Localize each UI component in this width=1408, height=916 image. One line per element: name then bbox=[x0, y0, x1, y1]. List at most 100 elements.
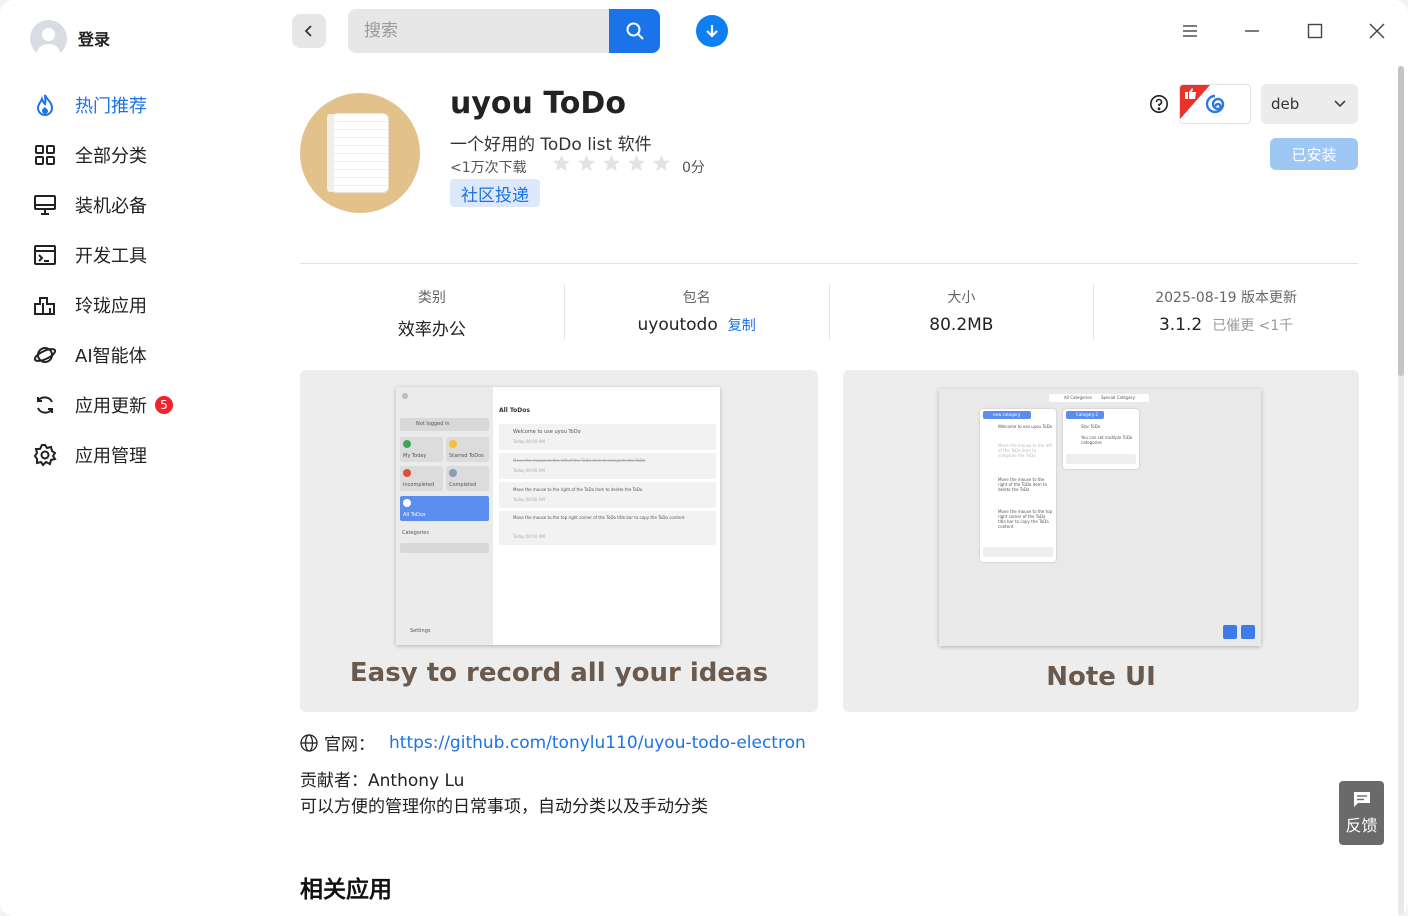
sidebar-item-label: 开发工具 bbox=[75, 246, 147, 267]
mock-text: Today 00:00 AM bbox=[513, 468, 545, 473]
mock-text: Move the mouse to the top right corner o… bbox=[998, 509, 1053, 529]
mock-text: Today 00:00 AM bbox=[513, 497, 545, 502]
info-label: 大小 bbox=[947, 290, 976, 306]
back-button[interactable] bbox=[292, 14, 326, 48]
mock-todo: Move the mouse to the top right corner o… bbox=[499, 511, 716, 545]
mock-text: Incompleted bbox=[403, 482, 435, 488]
info-value: uyoutodo 复制 bbox=[637, 315, 755, 335]
mock-text: All ToDos bbox=[403, 512, 426, 518]
mock-text: All Categories bbox=[1064, 395, 1092, 400]
refresh-icon bbox=[33, 393, 57, 417]
mock-category-card: new category Welcome to use uyou ToDo Mo… bbox=[980, 409, 1056, 562]
sidebar-item-linglong[interactable]: 玲珑应用 bbox=[0, 280, 250, 330]
building-icon bbox=[33, 293, 57, 317]
installed-button[interactable]: 已安装 bbox=[1270, 138, 1358, 170]
sidebar-item-label: 应用管理 bbox=[75, 446, 147, 467]
mock-dot bbox=[449, 469, 457, 477]
mock-text: Star ToDo bbox=[1081, 424, 1101, 429]
sidebar-item-categories[interactable]: 全部分类 bbox=[0, 130, 250, 180]
info-label: 类别 bbox=[417, 290, 446, 306]
scrollbar[interactable] bbox=[1398, 66, 1404, 916]
mock-dot bbox=[402, 393, 408, 399]
search-icon bbox=[626, 22, 644, 40]
version-value: 3.1.2 bbox=[1158, 315, 1203, 335]
download-manager-button[interactable] bbox=[696, 15, 728, 47]
mock-text: Move the mouse to the left of the ToDo i… bbox=[513, 458, 646, 463]
screenshot-mock-window: Not logged in My Today Starred ToDos Inc… bbox=[396, 387, 720, 645]
sidebar-item-label: AI智能体 bbox=[75, 346, 147, 367]
feedback-button[interactable]: 反馈 bbox=[1339, 781, 1384, 845]
sidebar-item-updates[interactable]: 应用更新 5 bbox=[0, 380, 250, 430]
info-label: 包名 bbox=[682, 290, 711, 306]
mock-text: Today 00:00 AM bbox=[513, 439, 545, 444]
monitor-icon bbox=[33, 193, 57, 217]
login-label[interactable]: 登录 bbox=[78, 26, 110, 50]
search-button[interactable] bbox=[609, 9, 660, 53]
close-icon bbox=[1369, 23, 1385, 39]
mock-fab bbox=[1241, 625, 1255, 639]
website-link[interactable]: https://github.com/tonylu110/uyou-todo-e… bbox=[389, 733, 806, 753]
info-value: 3.1.2 已催更 <1千 bbox=[1159, 315, 1293, 335]
screenshot-mock-window: All Categories Special Category new cate… bbox=[939, 389, 1261, 646]
maximize-button[interactable] bbox=[1302, 18, 1328, 44]
swirl-icon bbox=[1205, 94, 1225, 114]
mock-text: Welcome to use uyou ToDo bbox=[998, 424, 1053, 429]
mock-todo: Move the mouse to the left of the ToDo i… bbox=[499, 453, 716, 479]
sidebar-item-label: 玲珑应用 bbox=[75, 296, 147, 317]
mock-text: Completed bbox=[449, 482, 477, 488]
info-version: 2025-08-19 版本更新 3.1.2 已催更 <1千 bbox=[1094, 284, 1358, 340]
urge-count[interactable]: 已催更 <1千 bbox=[1212, 315, 1293, 335]
screenshot-2[interactable]: All Categories Special Category new cate… bbox=[843, 370, 1359, 712]
sidebar-item-label: 热门推荐 bbox=[75, 96, 147, 117]
mock-tabs: All Categories Special Category bbox=[1049, 394, 1149, 402]
mock-text: You can set multiple ToDo categories bbox=[1081, 435, 1133, 445]
mock-dot bbox=[403, 469, 411, 477]
mock-add bbox=[1066, 454, 1136, 464]
app-description: 可以方便的管理你的日常事项，自动分类以及手动分类 bbox=[300, 797, 708, 817]
info-label: 2025-08-19 版本更新 bbox=[1155, 290, 1298, 306]
minimize-button[interactable] bbox=[1239, 18, 1265, 44]
promo-icons[interactable] bbox=[1179, 84, 1251, 124]
mock-card-active: All ToDos bbox=[400, 496, 489, 521]
search-input[interactable] bbox=[348, 9, 609, 53]
mock-todo: Move the mouse to the right of the ToDo … bbox=[499, 482, 716, 508]
search-bar bbox=[348, 9, 660, 53]
mock-card: Completed bbox=[446, 466, 489, 491]
mock-dot bbox=[403, 440, 411, 448]
website-label: 官网： bbox=[324, 735, 375, 755]
feedback-label: 反馈 bbox=[1345, 816, 1378, 835]
mock-card-title: new category bbox=[983, 411, 1031, 419]
scrollbar-thumb[interactable] bbox=[1398, 66, 1404, 376]
sidebar-item-manage[interactable]: 应用管理 bbox=[0, 430, 250, 480]
globe-icon bbox=[300, 733, 318, 752]
sidebar-item-label: 应用更新 bbox=[75, 396, 147, 417]
screenshot-caption: Easy to record all your ideas bbox=[349, 658, 769, 688]
sidebar-item-hot[interactable]: 热门推荐 bbox=[0, 80, 250, 130]
sidebar-item-ai[interactable]: AI智能体 bbox=[0, 330, 250, 380]
copy-link[interactable]: 复制 bbox=[728, 315, 756, 335]
help-icon[interactable] bbox=[1149, 94, 1169, 114]
close-button[interactable] bbox=[1364, 18, 1390, 44]
avatar[interactable] bbox=[30, 19, 67, 57]
category-value: 效率办公 bbox=[397, 320, 466, 340]
download-count: <1万次下载 bbox=[450, 160, 527, 176]
mock-text: Not logged in bbox=[416, 421, 450, 427]
terminal-icon bbox=[33, 243, 57, 267]
app-name: uyou ToDo bbox=[450, 86, 626, 121]
mock-card: Starred ToDos bbox=[446, 437, 489, 462]
sidebar-item-devtools[interactable]: 开发工具 bbox=[0, 230, 250, 280]
maximize-icon bbox=[1307, 23, 1323, 39]
info-value: 80.2MB bbox=[929, 315, 993, 335]
sidebar-item-essentials[interactable]: 装机必备 bbox=[0, 180, 250, 230]
mock-text: My Today bbox=[403, 453, 427, 459]
mock-text: Move the mouse to the left of the ToDo i… bbox=[998, 443, 1053, 458]
package-format-select[interactable]: deb bbox=[1261, 84, 1358, 124]
login-area[interactable]: 登录 bbox=[30, 19, 110, 57]
mock-text: Settings bbox=[410, 628, 431, 634]
screenshot-1[interactable]: Not logged in My Today Starred ToDos Inc… bbox=[300, 370, 818, 712]
menu-button[interactable] bbox=[1177, 18, 1203, 44]
download-arrow-icon bbox=[706, 25, 718, 38]
app-subtitle: 一个好用的 ToDo list 软件 bbox=[450, 135, 652, 155]
package-value: uyoutodo bbox=[637, 315, 718, 335]
contributor: 贡献者：Anthony Lu bbox=[300, 771, 465, 791]
